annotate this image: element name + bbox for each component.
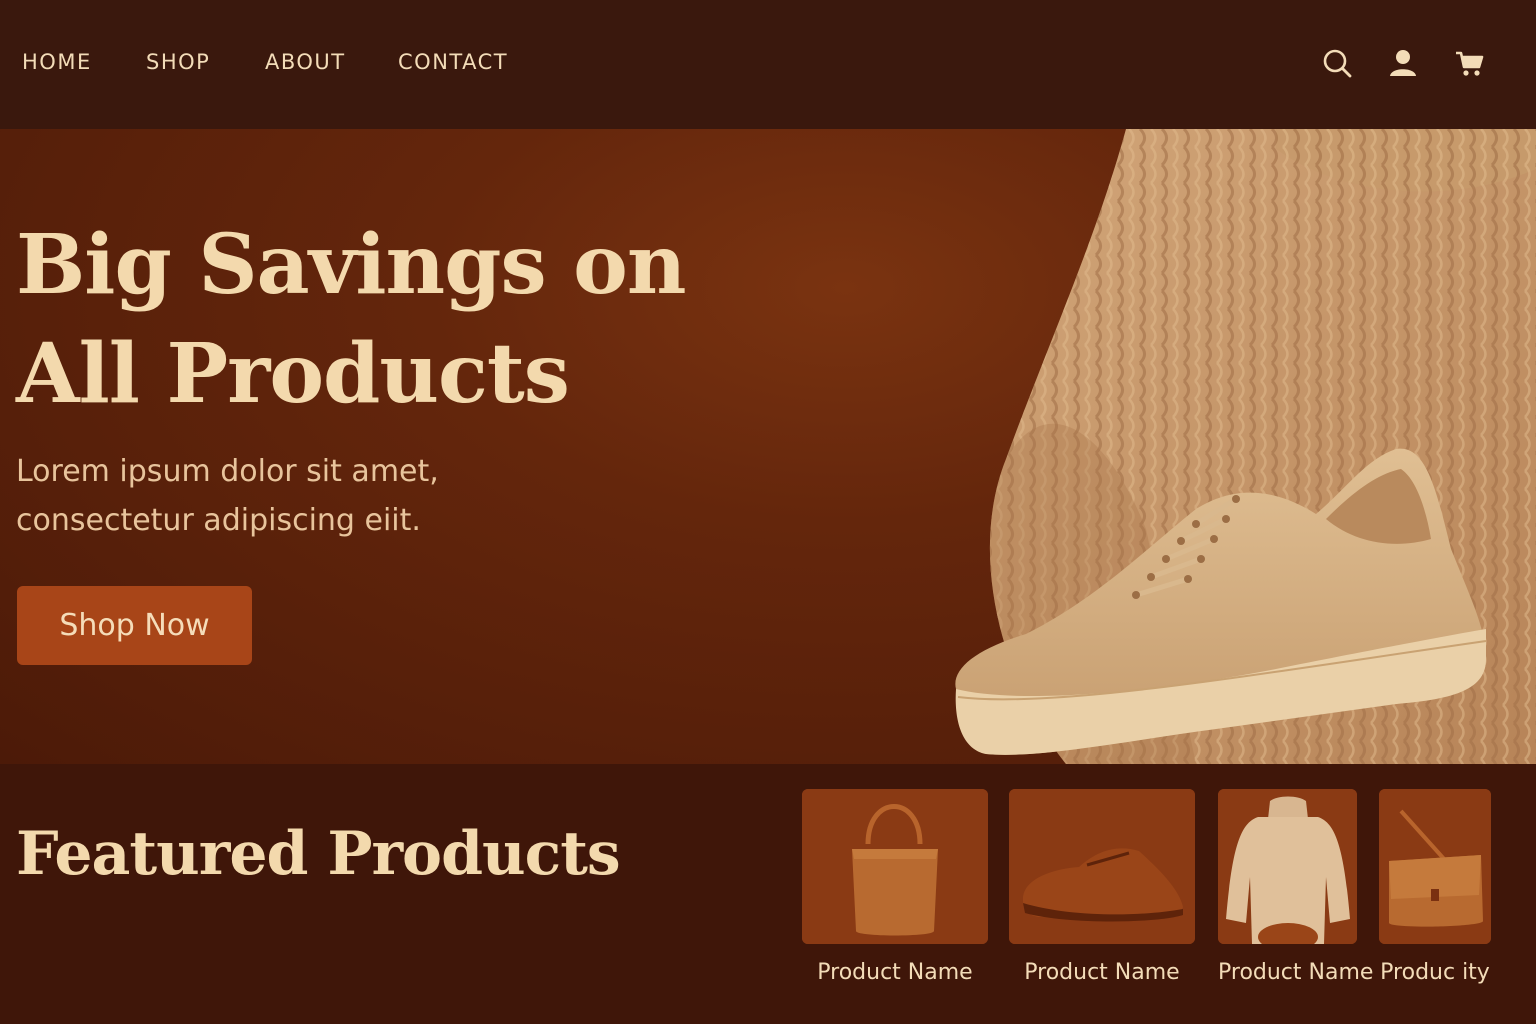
hero-subtitle-line1: Lorem ipsum dolor sit amet, xyxy=(16,454,439,489)
featured-products-section: Featured Products Product Name Product N… xyxy=(0,764,1536,1024)
nav-shop-link[interactable]: SHOP xyxy=(146,50,210,74)
user-icon[interactable] xyxy=(1387,47,1419,79)
hero-subtitle: Lorem ipsum dolor sit amet, consectetur … xyxy=(16,447,439,545)
cart-icon[interactable] xyxy=(1454,47,1486,79)
nav-about-link[interactable]: ABOUT xyxy=(265,50,346,74)
hero-headline-line2: All Products xyxy=(16,326,570,422)
product-name: Produc ity xyxy=(1380,960,1490,985)
nav-home-link[interactable]: HOME xyxy=(22,50,92,74)
product-card[interactable]: Produc ity xyxy=(1379,789,1491,985)
top-navigation: HOME SHOP ABOUT CONTACT xyxy=(0,0,1536,129)
handbag-image xyxy=(802,789,988,944)
shop-now-button[interactable]: Shop Now xyxy=(17,586,252,665)
hero-banner: Big Savings on All Products Lorem ipsum … xyxy=(0,129,1536,764)
product-card[interactable]: Product Name xyxy=(802,789,988,985)
product-name: Product Name xyxy=(1024,960,1180,985)
product-card[interactable]: Product Name xyxy=(1218,789,1374,985)
leather-shoe-image xyxy=(1009,789,1195,944)
product-name: Product Name xyxy=(1218,960,1374,985)
search-icon[interactable] xyxy=(1321,47,1353,79)
hero-headline: Big Savings on All Products xyxy=(16,211,686,429)
product-name: Product Name xyxy=(817,960,973,985)
nav-contact-link[interactable]: CONTACT xyxy=(398,50,508,74)
hero-product-image xyxy=(955,129,1536,764)
featured-products-title: Featured Products xyxy=(16,819,621,889)
sweater-image xyxy=(1218,789,1357,944)
shoulder-bag-image xyxy=(1379,789,1491,944)
product-card[interactable]: Product Name xyxy=(1009,789,1195,985)
hero-subtitle-line2: consectetur adipiscing eiit. xyxy=(16,503,421,538)
hero-headline-line1: Big Savings on xyxy=(16,217,686,313)
